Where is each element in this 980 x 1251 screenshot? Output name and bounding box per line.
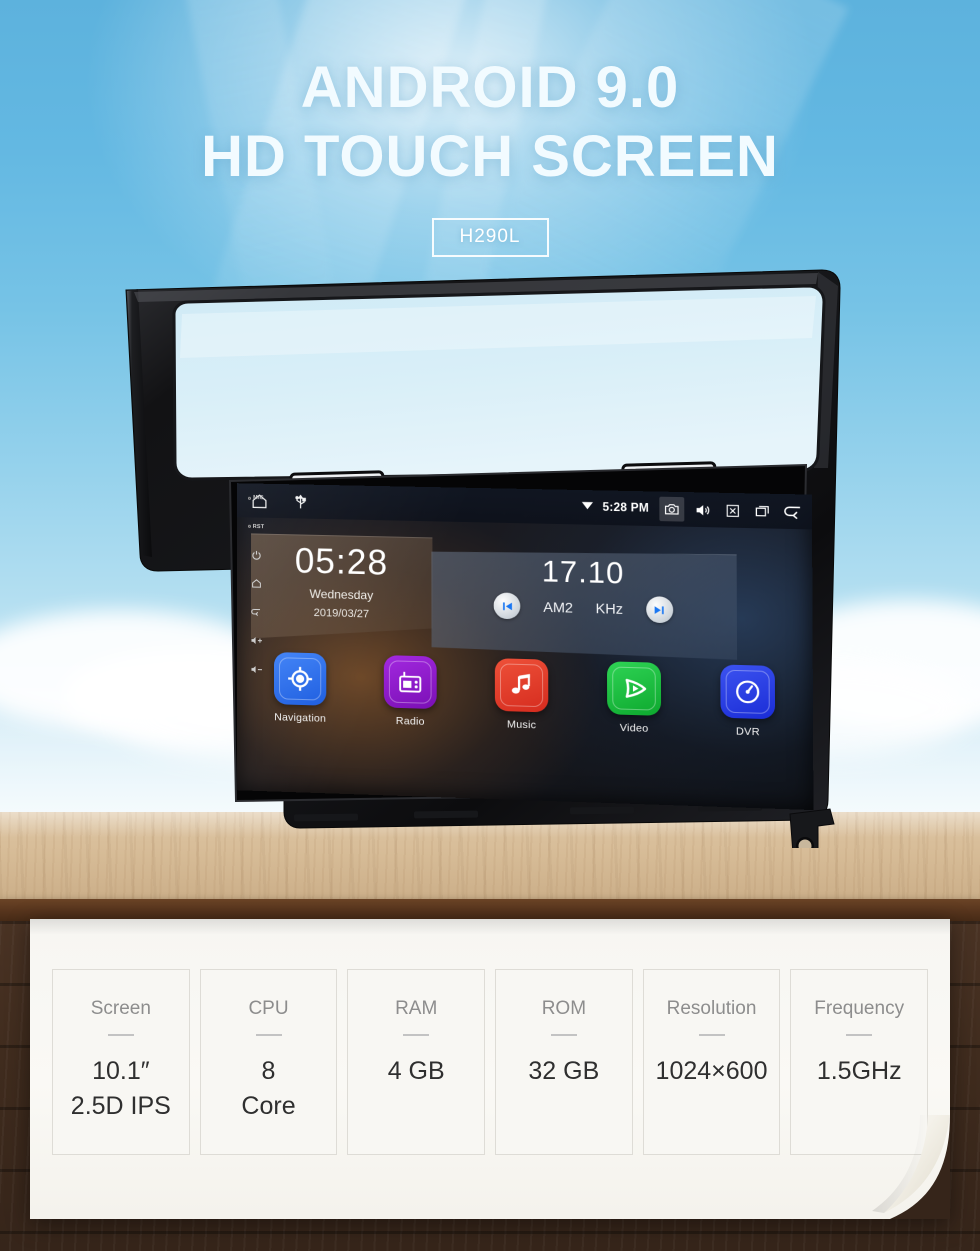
back-key-icon[interactable] [243,598,269,627]
headline-line-1: ANDROID 9.0 [300,55,680,120]
volume-icon[interactable] [689,497,714,522]
side-key-label: RST [252,523,265,530]
spec-value: Core [241,1091,296,1120]
hero-headline: ANDROID 9.0 HD TOUCH SCREEN [0,58,980,186]
music-note-icon [494,658,549,713]
spec-value: 32 GB [528,1057,600,1085]
clock-time: 05:28 [294,541,389,583]
app-navigation[interactable]: Navigation [261,652,339,726]
home-widgets: 05:28 Wednesday 2019/03/27 17.10 AM2 KHz [251,529,799,654]
product-banner: ANDROID 9.0 HD TOUCH SCREEN H290L 5:28 P… [0,0,980,1251]
spec-title: RAM [395,998,438,1019]
app-shortcut-row: Navigation Radio Music Video DVR [251,651,799,739]
spec-value: 8 [261,1057,276,1085]
spec-value: 1024×600 [655,1057,768,1085]
clock-date: 2019/03/27 [313,606,370,621]
status-bar-time: 5:28 PM [602,501,649,515]
model-badge-wrap: H290L [0,218,980,257]
spec-divider [403,1034,430,1036]
app-label: Music [507,718,537,732]
side-hardware-keys: MIC RST [243,484,269,685]
previous-track-icon[interactable] [494,592,521,619]
page-curl [872,1115,950,1219]
clock-weekday: Wednesday [309,586,374,603]
spec-card-rom: ROM 32 GB [495,969,633,1155]
spec-value: 4 GB [387,1057,445,1085]
spec-divider [255,1034,282,1036]
radio-frequency: 17.10 [541,555,625,591]
volume-down-icon[interactable] [243,655,269,684]
spec-card-resolution: Resolution 1024×600 [642,969,781,1155]
close-box-icon[interactable] [720,498,745,523]
spec-value: 10.1″ [92,1057,150,1085]
app-label: Radio [395,714,425,728]
spec-divider [107,1034,134,1036]
clock-widget[interactable]: 05:28 Wednesday 2019/03/27 [251,533,433,643]
side-key-label: MIC [253,495,264,502]
model-badge: H290L [431,218,549,257]
dvr-gauge-icon [720,664,776,720]
app-label: DVR [735,725,760,739]
spec-title: Frequency [814,998,905,1019]
app-label: Video [619,721,649,735]
camera-icon[interactable] [659,496,685,522]
spec-card-row: Screen 10.1″ 2.5D IPS CPU 8 Core RAM 4 G… [52,969,929,1155]
recent-apps-icon[interactable] [750,498,775,523]
navigation-target-icon [274,652,327,706]
spec-title: Resolution [666,998,757,1019]
android-screen[interactable]: 5:28 PM 05:28 Wednesday 2019/03/27 17.10… [236,483,814,811]
radio-receiver-icon [383,655,437,710]
mic-pinhole-icon: MIC [243,484,269,513]
spec-card-cpu: CPU 8 Core [199,969,338,1155]
spec-panel: Screen 10.1″ 2.5D IPS CPU 8 Core RAM 4 G… [30,919,950,1219]
spec-card-screen: Screen 10.1″ 2.5D IPS [52,969,190,1155]
power-icon[interactable] [243,541,269,570]
spec-divider [698,1034,725,1036]
app-video[interactable]: Video [594,661,675,736]
spec-value: 2.5D IPS [70,1091,171,1120]
spec-value: 1.5GHz [816,1057,902,1085]
spec-card-ram: RAM 4 GB [347,969,486,1155]
next-track-icon[interactable] [646,596,673,623]
app-dvr[interactable]: DVR [707,664,789,739]
reset-pinhole-icon[interactable]: RST [243,512,269,541]
app-label: Navigation [274,711,327,725]
wifi-icon [581,498,594,517]
app-music[interactable]: Music [482,658,562,732]
video-play-icon [606,661,662,716]
spec-divider [550,1034,577,1036]
back-arrow-icon[interactable] [780,499,805,524]
radio-unit: KHz [595,599,624,617]
spec-title: ROM [541,998,587,1019]
volume-up-icon[interactable] [243,626,269,655]
car-head-unit: 5:28 PM 05:28 Wednesday 2019/03/27 17.10… [118,268,848,848]
app-radio[interactable]: Radio [371,655,450,729]
radio-band: AM2 [543,598,573,616]
usb-icon[interactable] [292,493,309,510]
headline-line-2: HD TOUCH SCREEN [201,124,779,190]
spec-title: CPU [248,998,289,1019]
spec-divider [846,1034,873,1036]
spec-title: Screen [90,998,151,1019]
radio-widget[interactable]: 17.10 AM2 KHz [431,547,737,659]
home-key-icon[interactable] [243,569,269,598]
